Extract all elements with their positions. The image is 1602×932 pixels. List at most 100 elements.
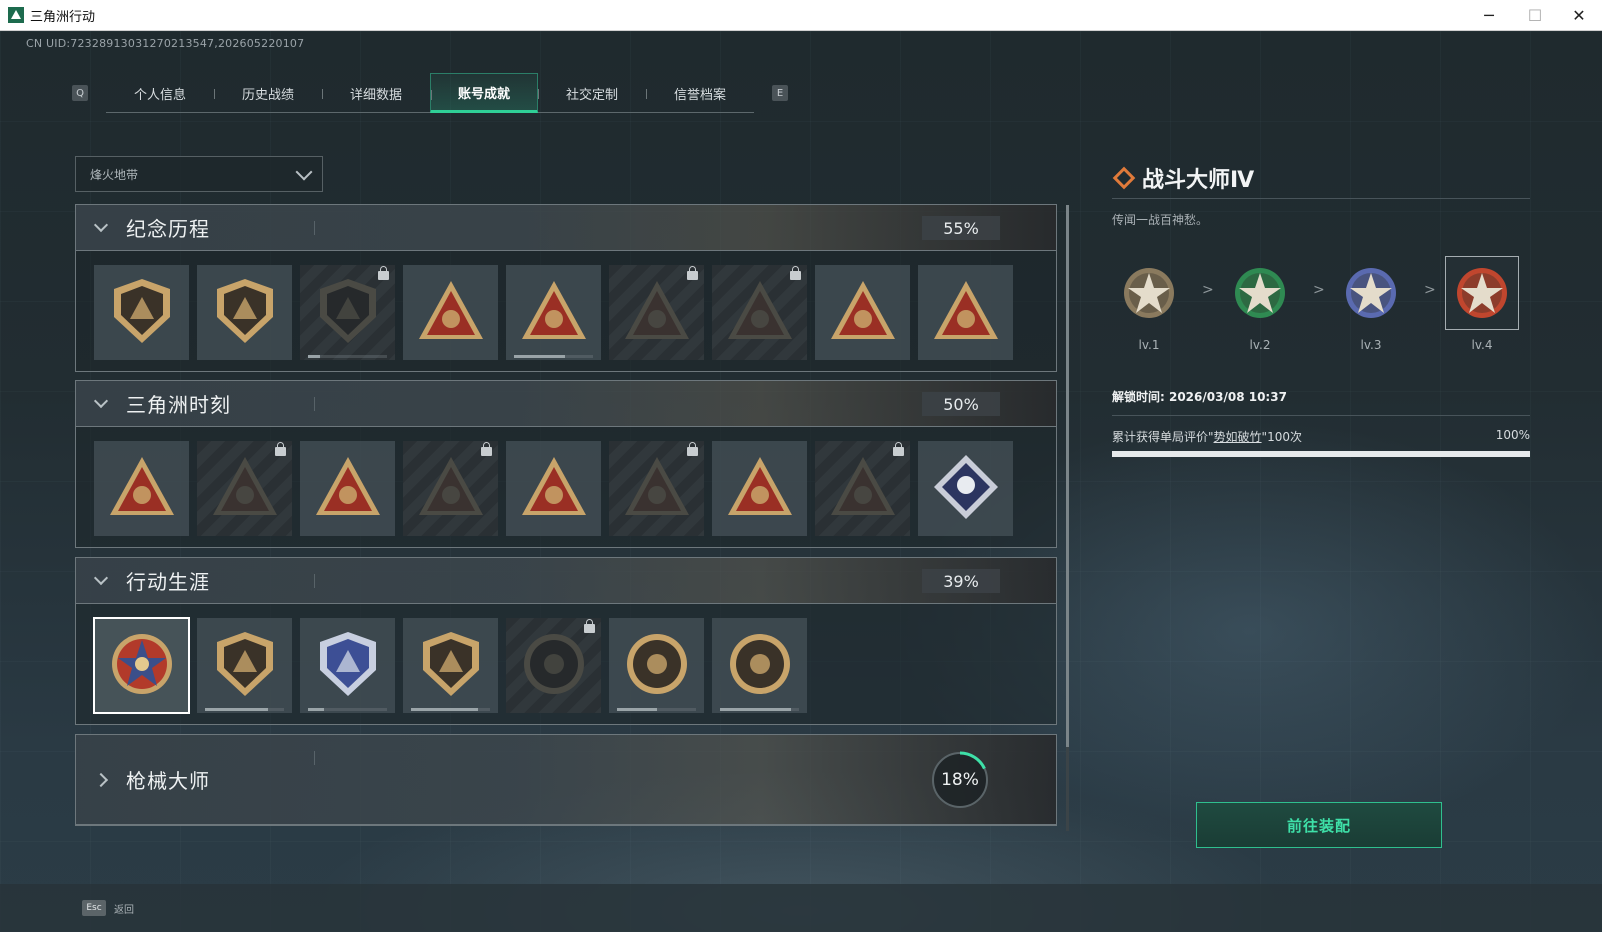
chevron-right-icon[interactable] <box>93 772 109 787</box>
dark-shield-icon <box>312 275 384 351</box>
number-one-triangle-icon <box>930 275 1002 351</box>
level-badge[interactable]: lv.3 <box>1334 256 1408 352</box>
requirement-percent: 100% <box>1495 428 1530 442</box>
back-label: 返回 <box>114 904 134 916</box>
level-arrow: > <box>1202 282 1214 298</box>
lock-icon <box>584 619 595 633</box>
section-badge-grid <box>76 251 1056 371</box>
profile-tabs: Q 个人信息 历史战绩 详细数据 账号成就 社交定制 信誉档案 E <box>72 73 788 113</box>
achievement-badge[interactable] <box>712 265 807 360</box>
tab-1[interactable]: 个人信息 <box>106 73 214 113</box>
achievement-badge[interactable] <box>918 441 1013 536</box>
achievement-badge[interactable] <box>506 618 601 713</box>
level-label: lv.4 <box>1471 338 1493 352</box>
dark-circle-medal-icon <box>518 628 590 704</box>
achievement-badge[interactable] <box>94 265 189 360</box>
detail-description: 传闻一战百神愁。 <box>1112 213 1209 227</box>
level-badge[interactable]: lv.4 <box>1445 256 1519 352</box>
section-header[interactable]: 枪械大师 18% <box>76 735 1056 825</box>
blue-police-shield-icon <box>312 628 384 704</box>
next-tab-key-hint[interactable]: E <box>772 85 788 101</box>
section-badge-grid <box>76 427 1056 547</box>
tab-6[interactable]: 信誉档案 <box>646 73 754 113</box>
skull-wings-icon <box>724 275 796 351</box>
achievement-badge[interactable] <box>300 265 395 360</box>
achievement-badge[interactable] <box>403 618 498 713</box>
scrollbar-thumb[interactable] <box>1066 205 1069 747</box>
achievement-badge[interactable] <box>506 265 601 360</box>
achievement-section: 纪念历程 55% <box>75 204 1057 372</box>
maximize-button[interactable]: ☐ <box>1512 0 1558 31</box>
level-label: lv.3 <box>1360 338 1382 352</box>
level-badge[interactable]: lv.2 <box>1223 256 1297 352</box>
achievement-badge[interactable] <box>94 441 189 536</box>
equip-button[interactable]: 前往装配 <box>1196 802 1442 848</box>
lock-icon <box>687 266 698 280</box>
badge-progress-bar <box>205 708 284 711</box>
minimize-button[interactable]: ─ <box>1466 0 1512 31</box>
achievement-badge[interactable] <box>403 265 498 360</box>
mode-dropdown[interactable]: 烽火地带 <box>75 156 323 192</box>
achievement-badge[interactable] <box>300 441 395 536</box>
header-divider <box>314 397 315 411</box>
achievement-badge[interactable] <box>712 441 807 536</box>
achievement-badge[interactable] <box>918 265 1013 360</box>
delta-emblem-icon <box>106 275 178 351</box>
achievement-badge[interactable] <box>712 618 807 713</box>
window-title: 三角洲行动 <box>30 9 96 25</box>
section-header[interactable]: 纪念历程 55% <box>76 205 1056 251</box>
chevron-down-icon[interactable] <box>93 393 109 408</box>
armored-triangle-icon <box>209 451 281 527</box>
section-header[interactable]: 三角洲时刻 50% <box>76 381 1056 427</box>
achievement-badge[interactable] <box>609 441 704 536</box>
s8-badge-icon <box>415 275 487 351</box>
header-divider <box>314 574 315 588</box>
section-percent: 18% <box>941 770 979 790</box>
achievement-badge[interactable] <box>197 265 292 360</box>
badge-progress-bar <box>617 708 696 711</box>
level-label: lv.1 <box>1138 338 1160 352</box>
requirement-link[interactable]: 势如破竹 <box>1214 430 1262 444</box>
tab-5[interactable]: 社交定制 <box>538 73 646 113</box>
lock-icon <box>481 442 492 456</box>
scrollbar-track[interactable] <box>1066 747 1069 831</box>
achievement-badge[interactable] <box>197 618 292 713</box>
tab-4[interactable]: 账号成就 <box>430 73 538 113</box>
achievement-badge[interactable] <box>403 441 498 536</box>
chevron-down-icon[interactable] <box>93 217 109 232</box>
achievement-badge[interactable] <box>815 265 910 360</box>
prev-tab-key-hint[interactable]: Q <box>72 85 88 101</box>
section-title: 行动生涯 <box>126 570 210 594</box>
section-title: 三角洲时刻 <box>126 393 231 417</box>
back-button[interactable]: Esc 返回 <box>82 900 134 916</box>
chevron-down-icon[interactable] <box>93 570 109 585</box>
achievement-badge[interactable] <box>609 618 704 713</box>
chevron-shield-icon <box>209 628 281 704</box>
achievement-badge[interactable] <box>93 617 190 714</box>
detail-header: 战斗大师Ⅳ <box>1112 161 1530 199</box>
star-medal-icon <box>1334 256 1408 330</box>
level-badge[interactable]: lv.1 <box>1112 256 1186 352</box>
header-divider <box>314 221 315 235</box>
star-medal-icon <box>1445 256 1519 330</box>
section-percent: 50% <box>922 392 1000 416</box>
close-button[interactable]: ✕ <box>1556 0 1602 31</box>
level-label: lv.2 <box>1249 338 1271 352</box>
s9-winged-badge-icon <box>518 275 590 351</box>
requirement-row: 累计获得单局评价"势如破竹"100次 100% <box>1112 428 1530 445</box>
achievement-badge[interactable] <box>197 441 292 536</box>
tab-3[interactable]: 详细数据 <box>322 73 430 113</box>
section-progress-ring: 18% <box>930 750 990 810</box>
achievement-badge[interactable] <box>815 441 910 536</box>
unlock-time: 解锁时间: 2026/03/08 10:37 <box>1112 388 1530 416</box>
tab-2[interactable]: 历史战绩 <box>214 73 322 113</box>
star-medal-icon <box>106 628 178 704</box>
section-header[interactable]: 行动生涯 39% <box>76 558 1056 604</box>
achievement-badge[interactable] <box>300 618 395 713</box>
achievement-badge[interactable] <box>609 265 704 360</box>
badge-progress-bar <box>720 708 799 711</box>
window-titlebar: 三角洲行动 ─ ☐ ✕ <box>0 0 1602 31</box>
header-divider <box>314 751 315 765</box>
achievement-badge[interactable] <box>506 441 601 536</box>
achievement-section: 三角洲时刻 50% <box>75 380 1057 548</box>
